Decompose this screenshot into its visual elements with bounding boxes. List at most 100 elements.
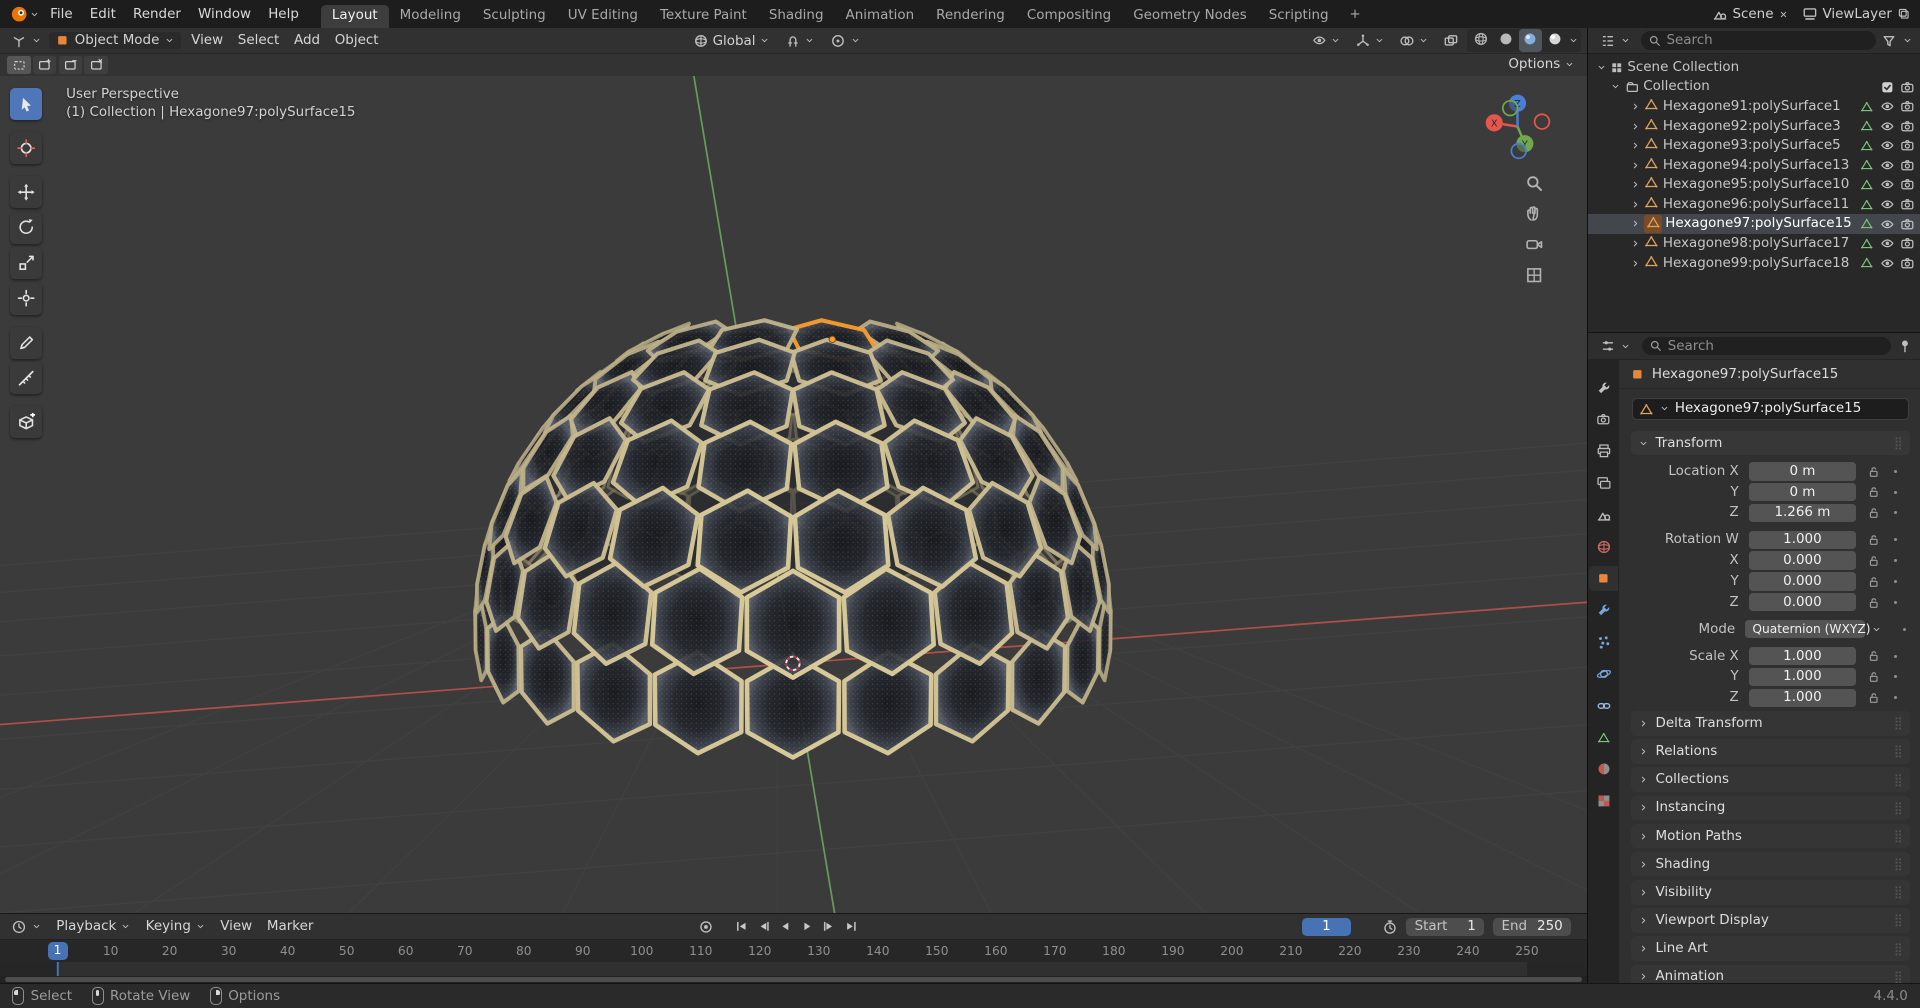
outliner-scene-collection[interactable]: Scene Collection (1588, 58, 1920, 78)
properties-tab-texture[interactable] (1589, 788, 1617, 814)
properties-tab-physics[interactable] (1589, 661, 1617, 687)
pin-icon[interactable] (1897, 338, 1913, 354)
workspace-tab-scripting[interactable]: Scripting (1258, 5, 1340, 29)
transform-value-field[interactable]: 0 m (1749, 483, 1857, 501)
lock-toggle[interactable] (1866, 485, 1882, 498)
tool-scale-button[interactable] (10, 247, 42, 279)
tool-move-button[interactable] (10, 176, 42, 208)
workspace-tab-sculpting[interactable]: Sculpting (472, 5, 557, 29)
viewport-menu-object[interactable]: Object (327, 32, 386, 49)
timeline-menu-playback[interactable]: Playback (49, 918, 138, 935)
properties-tab-object[interactable] (1589, 566, 1617, 592)
properties-tab-view-layer[interactable] (1589, 470, 1617, 496)
timeline-menu-view[interactable]: View (213, 918, 260, 935)
shading-rendered-button[interactable] (1543, 29, 1566, 51)
viewport-canvas[interactable]: User Perspective (1) Collection | Hexago… (0, 76, 1587, 914)
jump-end-button[interactable] (841, 917, 862, 937)
properties-tab-constraints[interactable] (1589, 693, 1617, 719)
lock-toggle[interactable] (1866, 533, 1882, 546)
properties-tab-material[interactable] (1589, 756, 1617, 782)
lock-toggle[interactable] (1866, 506, 1882, 519)
object-name-field[interactable]: Hexagone97:polySurface15 (1632, 398, 1909, 420)
camera-view-button[interactable] (1525, 235, 1543, 253)
animate-dot-icon[interactable] (1898, 624, 1910, 635)
outliner-item-hexagone97-polysurface15[interactable]: Hexagone97:polySurface15 (1588, 214, 1920, 234)
transform-value-field[interactable]: 0 m (1749, 462, 1857, 480)
transform-value-field[interactable]: 1.000 (1749, 647, 1857, 665)
select-mode-intersect-button[interactable] (84, 56, 107, 74)
shading-material-button[interactable] (1519, 29, 1542, 51)
properties-tab-tool[interactable] (1589, 375, 1617, 401)
shading-solid-button[interactable] (1494, 29, 1517, 51)
section-shading[interactable]: Shading (1631, 852, 1910, 876)
navigation-gizmo[interactable]: X Y Z (1482, 91, 1553, 162)
play-button[interactable] (797, 917, 818, 937)
workspace-tab-shading[interactable]: Shading (758, 5, 835, 29)
blender-logo-icon[interactable] (10, 5, 28, 23)
proportional-editing-toggle[interactable] (825, 32, 865, 50)
outliner-item-hexagone92-polysurface3[interactable]: Hexagone92:polySurface3 (1588, 116, 1920, 136)
frame-start-field[interactable]: Start 1 (1406, 918, 1484, 936)
overlays-dropdown[interactable] (1394, 31, 1434, 49)
editor-type-button[interactable] (6, 31, 46, 49)
animate-dot-icon[interactable] (1889, 555, 1901, 566)
outliner-item-hexagone95-polysurface10[interactable]: Hexagone95:polySurface10 (1588, 175, 1920, 195)
auto-keyframe-button[interactable] (696, 917, 717, 937)
mode-dropdown[interactable]: Object Mode (49, 32, 181, 49)
section-visibility[interactable]: Visibility (1631, 880, 1910, 904)
properties-tab-modifiers[interactable] (1589, 597, 1617, 623)
tool-add-cube-button[interactable] (10, 406, 42, 438)
tool-select-box-button[interactable] (10, 88, 42, 120)
viewport-3d[interactable]: Object Mode ViewSelectAddObject Global (0, 28, 1587, 913)
viewport-menu-add[interactable]: Add (287, 32, 328, 49)
lock-toggle[interactable] (1866, 554, 1882, 567)
outliner-editor-type-button[interactable] (1596, 31, 1636, 49)
timeline[interactable]: PlaybackKeyingViewMarker 1 Start 1 (0, 913, 1587, 983)
outliner-item-hexagone94-polysurface13[interactable]: Hexagone94:polySurface13 (1588, 155, 1920, 175)
orientation-dropdown[interactable]: Global (688, 32, 775, 50)
filter-icon[interactable] (1881, 33, 1897, 49)
workspace-tab-modeling[interactable]: Modeling (389, 5, 472, 29)
menu-edit[interactable]: Edit (81, 4, 124, 24)
jump-start-button[interactable] (731, 917, 752, 937)
gizmos-dropdown[interactable] (1350, 31, 1390, 49)
workspace-tab-rendering[interactable]: Rendering (925, 5, 1016, 29)
zoom-button[interactable] (1525, 174, 1543, 192)
animate-dot-icon[interactable] (1889, 507, 1901, 518)
outliner-item-hexagone99-polysurface18[interactable]: Hexagone99:polySurface18 (1588, 253, 1920, 273)
next-keyframe-button[interactable] (819, 917, 840, 937)
transform-value-field[interactable]: 0.000 (1749, 572, 1857, 590)
prev-keyframe-button[interactable] (753, 917, 774, 937)
workspace-tab-compositing[interactable]: Compositing (1016, 5, 1122, 29)
animate-dot-icon[interactable] (1889, 597, 1901, 608)
lock-toggle[interactable] (1866, 670, 1882, 683)
properties-tab-scene[interactable] (1589, 502, 1617, 528)
section-collections[interactable]: Collections (1631, 767, 1910, 791)
viewport-menu-view[interactable]: View (184, 32, 231, 49)
section-animation[interactable]: Animation (1631, 965, 1910, 984)
transform-value-field[interactable]: 1.000 (1749, 668, 1857, 686)
outliner-item-hexagone91-polysurface1[interactable]: Hexagone91:polySurface1 (1588, 97, 1920, 117)
menu-help[interactable]: Help (260, 4, 308, 24)
animate-dot-icon[interactable] (1889, 671, 1901, 682)
tool-annotate-button[interactable] (10, 327, 42, 359)
transform-value-field[interactable]: 1.266 m (1749, 504, 1857, 522)
tool-cursor-button[interactable] (10, 132, 42, 164)
select-mode-extend-button[interactable] (33, 56, 56, 74)
tool-transform-button[interactable] (10, 283, 42, 315)
playhead-label[interactable]: 1 (48, 942, 68, 959)
properties-search-input[interactable]: Search (1642, 337, 1891, 355)
snap-toggle[interactable] (780, 32, 820, 50)
properties-tab-particles[interactable] (1589, 629, 1617, 655)
visibility-dropdown[interactable] (1307, 32, 1346, 49)
menu-window[interactable]: Window (189, 4, 259, 24)
tool-rotate-button[interactable] (10, 212, 42, 244)
pan-hand-button[interactable] (1525, 204, 1543, 222)
section-line-art[interactable]: Line Art (1631, 936, 1910, 960)
viewport-options-button[interactable]: Options (1503, 57, 1579, 72)
scene-3d-render[interactable] (0, 76, 1587, 913)
play-reverse-button[interactable] (775, 917, 796, 937)
outliner-item-hexagone96-polysurface11[interactable]: Hexagone96:polySurface11 (1588, 195, 1920, 215)
properties-editor-type-button[interactable] (1596, 337, 1636, 355)
animate-dot-icon[interactable] (1889, 534, 1901, 545)
